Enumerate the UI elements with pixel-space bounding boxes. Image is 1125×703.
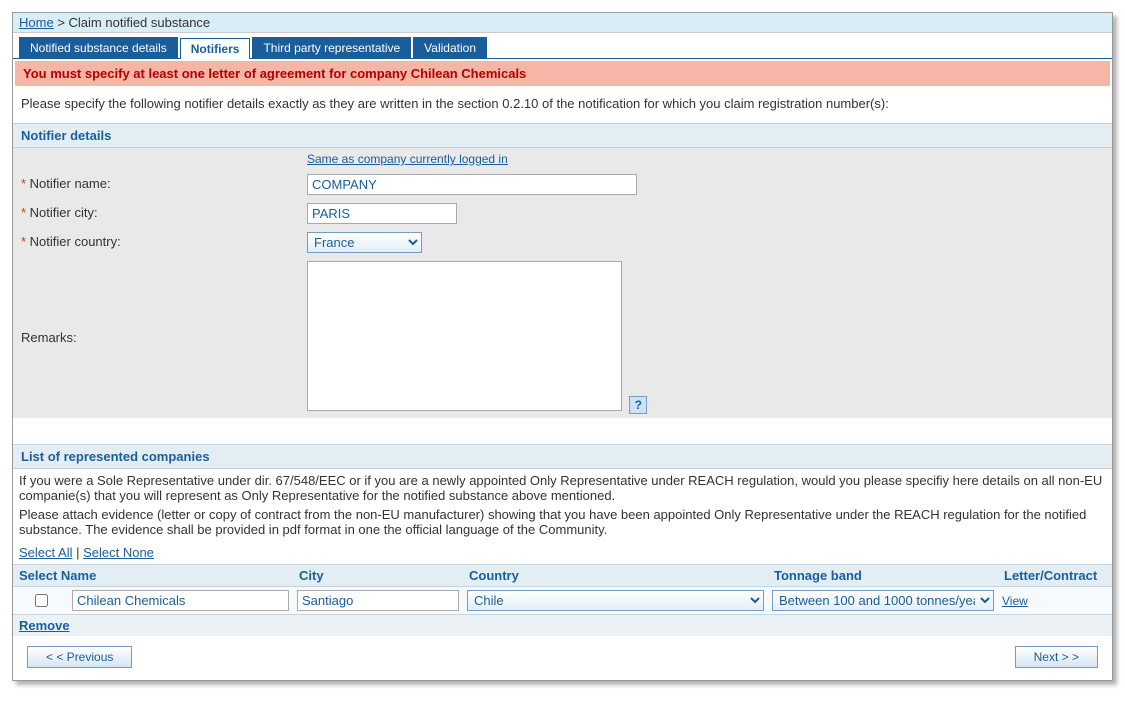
company-tonnage-select[interactable]: Between 100 and 1000 tonnes/year <box>772 590 994 611</box>
tab-validation[interactable]: Validation <box>413 37 487 58</box>
nav-buttons: < < Previous Next > > <box>13 636 1112 680</box>
tab-content: You must specify at least one letter of … <box>13 61 1112 680</box>
remove-link[interactable]: Remove <box>19 618 70 633</box>
same-as-company-link[interactable]: Same as company currently logged in <box>307 152 508 166</box>
notifier-name-input[interactable] <box>307 174 637 195</box>
select-all-link[interactable]: Select All <box>19 545 72 560</box>
company-city-input[interactable] <box>297 590 459 611</box>
tab-third-party-representative[interactable]: Third party representative <box>252 37 411 58</box>
represented-companies-para2: Please attach evidence (letter or copy o… <box>13 507 1112 541</box>
notifier-city-label: * Notifier city: <box>13 201 303 224</box>
company-country-select[interactable]: Chile <box>467 590 764 611</box>
remove-row: Remove <box>13 614 1112 636</box>
col-country: Country <box>463 565 768 587</box>
notifier-name-label-text: Notifier name: <box>30 176 111 191</box>
row-checkbox[interactable] <box>35 594 48 607</box>
next-button[interactable]: Next > > <box>1015 646 1098 668</box>
table-row: Chile Between 100 and 1000 tonnes/year V… <box>13 587 1112 615</box>
col-city: City <box>293 565 463 587</box>
remarks-textarea[interactable] <box>307 261 622 411</box>
companies-table: Select Name City Country Tonnage band Le… <box>13 564 1112 614</box>
col-select-name: Select Name <box>13 565 293 587</box>
tab-notifiers[interactable]: Notifiers <box>180 38 251 59</box>
breadcrumb: Home > Claim notified substance <box>13 13 1112 33</box>
represented-companies-header: List of represented companies <box>13 444 1112 469</box>
col-letter: Letter/Contract <box>998 565 1112 587</box>
breadcrumb-home-link[interactable]: Home <box>19 15 54 30</box>
notifier-details-header: Notifier details <box>13 123 1112 148</box>
breadcrumb-sep: > <box>57 15 65 30</box>
error-banner: You must specify at least one letter of … <box>15 61 1110 86</box>
help-icon[interactable]: ? <box>629 396 647 414</box>
notifier-city-input[interactable] <box>307 203 457 224</box>
notifier-details-form: Same as company currently logged in * No… <box>13 148 1112 418</box>
app-frame: Home > Claim notified substance Notified… <box>12 12 1113 681</box>
tab-bar: Notified substance details Notifiers Thi… <box>13 33 1112 59</box>
represented-companies-para1: If you were a Sole Representative under … <box>13 469 1112 507</box>
sel-sep: | <box>72 545 83 560</box>
selection-links: Select All | Select None <box>13 541 1112 564</box>
view-link[interactable]: View <box>1002 594 1028 608</box>
remarks-label: Remarks: <box>13 326 303 349</box>
breadcrumb-current: Claim notified substance <box>69 15 211 30</box>
previous-button[interactable]: < < Previous <box>27 646 132 668</box>
notifier-country-select[interactable]: France <box>307 232 422 253</box>
select-none-link[interactable]: Select None <box>83 545 154 560</box>
tab-notified-substance-details[interactable]: Notified substance details <box>19 37 178 58</box>
col-tonnage: Tonnage band <box>768 565 998 587</box>
notifier-name-label: * Notifier name: <box>13 172 303 195</box>
company-name-input[interactable] <box>72 590 289 611</box>
notifier-country-label-text: Notifier country: <box>30 234 121 249</box>
notifier-city-label-text: Notifier city: <box>30 205 98 220</box>
notifier-country-label: * Notifier country: <box>13 230 303 253</box>
instruction-text: Please specify the following notifier de… <box>13 88 1112 123</box>
